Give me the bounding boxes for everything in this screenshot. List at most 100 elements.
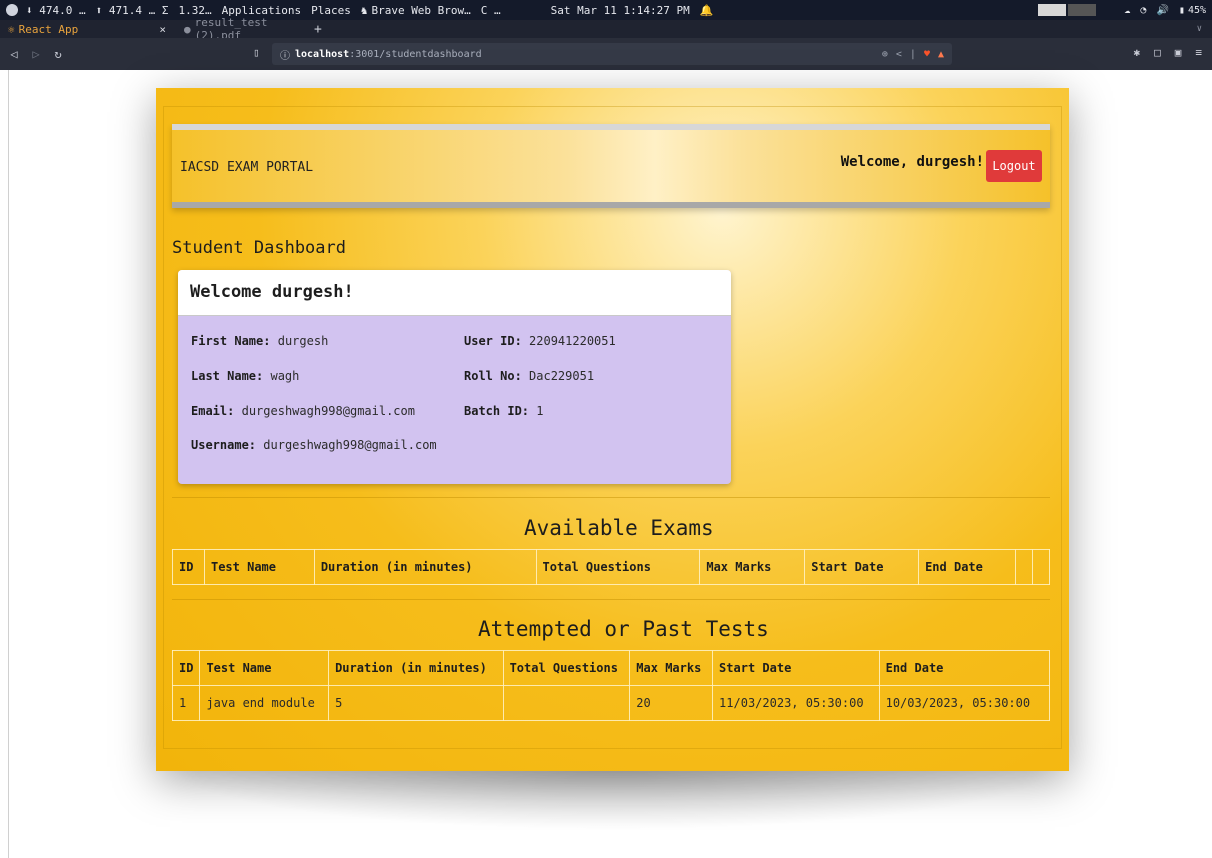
sidebar-icon[interactable]: □	[1154, 46, 1161, 59]
roll-no-field: Roll No: Dac229051	[464, 369, 594, 383]
portal-brand[interactable]: IACSD EXAM PORTAL	[180, 160, 313, 175]
user-id-field: User ID: 220941220051	[464, 334, 616, 348]
email-label: Email:	[191, 404, 235, 418]
roll-no-value: Dac229051	[529, 369, 595, 383]
cell-max-marks: 20	[629, 685, 714, 721]
past-tests-table: ID Test Name Duration (in minutes) Total…	[171, 650, 1051, 721]
notification-bell-icon[interactable]: 🔔	[700, 4, 714, 17]
last-name-value: wagh	[270, 369, 300, 383]
browser-navigation-bar: ◁ ▷ ↻ ▯ ⓘ localhost :3001/studentdashboa…	[0, 38, 1212, 70]
roll-no-label: Roll No:	[464, 369, 522, 383]
first-name-label: First Name:	[191, 334, 271, 348]
batch-id-field: Batch ID: 1	[464, 404, 544, 418]
column-header: End Date	[918, 549, 1016, 585]
address-bar[interactable]: ⓘ localhost :3001/studentdashboard ⊕ < |…	[272, 43, 952, 65]
column-header: ID	[171, 650, 201, 686]
battery-percent: 45%	[1187, 4, 1206, 16]
url-host: localhost	[295, 48, 350, 60]
wallet-icon[interactable]: ▣	[1175, 46, 1182, 59]
system-top-bar: ⬇ 474.0 … ⬆ 471.4 … Σ 1.32… Applications…	[0, 0, 1212, 20]
volume-icon[interactable]: 🔊	[1156, 5, 1168, 16]
tab-result-pdf[interactable]: ● result_test (2).pdf	[176, 16, 308, 42]
column-header: Total Questions	[502, 650, 631, 686]
first-name-value: durgesh	[277, 334, 329, 348]
column-header: Test Name	[199, 650, 330, 686]
brave-shields-icon[interactable]: ♥	[924, 49, 930, 60]
available-exams-table: ID Test Name Duration (in minutes) Total…	[172, 549, 1051, 585]
download-speed: ⬇ 474.0 …	[26, 3, 86, 17]
cell-total-questions	[502, 685, 631, 721]
react-icon: ⚛	[8, 22, 15, 36]
share-icon[interactable]: <	[896, 49, 902, 60]
column-header: Test Name	[203, 549, 315, 585]
column-header: Duration (in minutes)	[313, 549, 537, 585]
forward-icon[interactable]: ▷	[28, 47, 44, 61]
column-header: End Date	[878, 650, 1051, 686]
reload-icon[interactable]: ↻	[50, 47, 66, 61]
active-app[interactable]: ♞ Brave Web Brow…	[361, 4, 471, 17]
active-app-label: Brave Web Brow…	[371, 3, 471, 17]
menu-applications[interactable]: Applications	[222, 4, 301, 17]
cell-test-name: java end module	[199, 685, 330, 721]
cell-duration: 5	[328, 685, 504, 721]
empty-column-header	[1031, 549, 1051, 585]
close-tab-icon[interactable]: ×	[159, 23, 166, 36]
username-value: durgeshwagh998@gmail.com	[263, 438, 437, 452]
cloud-icon[interactable]: ☁	[1124, 5, 1130, 16]
tab-react-app[interactable]: ⚛ React App ×	[0, 20, 176, 38]
separator: |	[909, 48, 916, 60]
portal-header: IACSD EXAM PORTAL Welcome, durgesh! Logo…	[172, 124, 1050, 208]
column-header: Start Date	[712, 650, 880, 686]
column-header: Max Marks	[699, 549, 806, 585]
zoom-icon[interactable]: ⊕	[882, 49, 888, 60]
wifi-icon[interactable]: ◔	[1140, 5, 1146, 16]
table-header-row: ID Test Name Duration (in minutes) Total…	[172, 549, 1051, 585]
tab-label: React App	[18, 22, 79, 36]
cell-end-date: 10/03/2023, 05:30:00	[878, 685, 1051, 721]
username-label: Username:	[191, 438, 257, 452]
section-divider	[172, 497, 1050, 498]
email-value: durgeshwagh998@gmail.com	[241, 404, 415, 418]
column-header: Start Date	[804, 549, 920, 585]
welcome-message: Welcome, durgesh!	[840, 154, 984, 170]
page-title: Student Dashboard	[172, 238, 346, 258]
profile-card-title: Welcome durgesh!	[178, 270, 731, 316]
back-icon[interactable]: ◁	[6, 47, 22, 61]
empty-column-header	[1014, 549, 1033, 585]
browser-toolbar-right: ✱ □ ▣ ≡	[1120, 46, 1203, 59]
tray-box-light	[1038, 4, 1067, 16]
tab-list-chevron-icon[interactable]: ∨	[1197, 24, 1202, 34]
last-name-field: Last Name: wagh	[191, 369, 299, 383]
brave-rewards-icon[interactable]: ▲	[938, 49, 944, 60]
menu-places[interactable]: Places	[311, 4, 351, 17]
tray-box-dark	[1068, 4, 1097, 16]
brave-lion-icon: ♞	[360, 3, 368, 17]
batch-id-label: Batch ID:	[464, 404, 530, 418]
available-exams-title: Available Exams	[524, 516, 714, 540]
cpu-load: 1.32…	[178, 3, 212, 17]
last-name-label: Last Name:	[191, 369, 264, 383]
past-tests-title: Attempted or Past Tests	[478, 617, 769, 641]
bookmark-icon[interactable]: ▯	[253, 46, 260, 59]
user-id-value: 220941220051	[529, 334, 616, 348]
address-bar-icons: ⊕ < | ♥ ▲	[874, 49, 944, 60]
site-info-icon[interactable]: ⓘ	[280, 47, 290, 62]
workspace-icon[interactable]	[6, 4, 18, 16]
cell-start-date: 11/03/2023, 05:30:00	[712, 685, 880, 721]
dashboard-container: IACSD EXAM PORTAL Welcome, durgesh! Logo…	[156, 88, 1069, 771]
battery-icon[interactable]: ▮	[1179, 5, 1185, 16]
cell-id: 1	[171, 685, 201, 721]
column-header: Max Marks	[629, 650, 714, 686]
globe-icon: ●	[184, 22, 191, 36]
url-path: :3001/studentdashboard	[349, 48, 482, 60]
column-header: Total Questions	[535, 549, 701, 585]
logout-button[interactable]: Logout	[986, 150, 1042, 182]
first-name-field: First Name: durgesh	[191, 334, 328, 348]
email-field: Email: durgeshwagh998@gmail.com	[191, 404, 415, 418]
extensions-icon[interactable]: ✱	[1134, 46, 1141, 59]
menu-icon[interactable]: ≡	[1195, 46, 1202, 59]
new-tab-button[interactable]: +	[314, 22, 322, 37]
table-header-row: ID Test Name Duration (in minutes) Total…	[171, 650, 1051, 686]
clock: Sat Mar 11 1:14:27 PM	[550, 3, 690, 17]
upload-speed: ⬆ 471.4 … Σ	[95, 3, 169, 17]
